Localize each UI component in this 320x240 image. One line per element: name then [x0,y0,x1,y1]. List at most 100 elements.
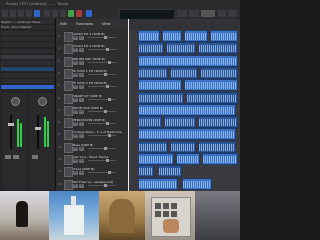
audio-region[interactable] [198,116,238,129]
mute-button[interactable]: M [73,97,78,102]
audio-region[interactable] [138,42,164,55]
solo-button[interactable] [13,155,19,159]
inspector-row[interactable] [1,61,54,65]
solo-button[interactable]: S [79,122,84,127]
mixer-button[interactable] [34,10,40,17]
volume-fader-handle[interactable] [35,127,41,130]
inspector-row[interactable] [1,55,54,59]
track-volume-slider[interactable] [88,97,116,101]
audio-region[interactable] [138,103,236,116]
smart-controls-button[interactable] [26,10,32,17]
mute-button[interactable]: M [73,146,78,151]
audio-region[interactable] [176,153,200,165]
mute-button[interactable]: M [73,85,78,90]
inspector-send-slot[interactable] [1,85,54,89]
track-volume-slider[interactable] [88,60,116,64]
track-name[interactable]: SNARE KIT (SIDE B) [73,94,102,98]
inspector-row[interactable] [1,37,54,41]
mute-button[interactable]: M [73,36,78,40]
track-volume-slider[interactable] [88,159,116,162]
audio-region[interactable] [200,66,238,79]
timeline-ruler[interactable] [128,19,240,30]
play-button[interactable] [68,10,74,17]
solo-button[interactable]: S [79,159,84,163]
pan-knob[interactable] [11,97,20,106]
track-name[interactable]: DRUMS MPC (SIDE B) [73,57,105,61]
cycle-button[interactable] [86,10,92,17]
track-name[interactable]: HI HATS 2 KIT (SIDE B) [73,81,107,85]
track-volume-slider[interactable] [88,134,116,138]
audio-region[interactable] [184,30,208,42]
solo-button[interactable]: S [79,85,84,90]
inspector-row[interactable] [1,31,54,35]
stop-button[interactable] [60,10,66,17]
track-volume-slider[interactable] [88,183,116,187]
track-name[interactable]: PERCUSSION (SIDE B) [73,118,106,122]
audio-region[interactable] [170,66,198,79]
audio-region[interactable] [210,30,238,42]
solo-button[interactable]: S [79,72,84,77]
audio-region[interactable] [138,116,162,129]
notes-button[interactable] [218,10,226,17]
mute-button[interactable]: M [73,134,78,139]
audio-region[interactable] [138,54,238,67]
track-volume-slider[interactable] [88,109,116,113]
track-volume-slider[interactable] [88,146,116,150]
inspector-button[interactable] [10,10,16,17]
audio-region[interactable] [138,165,154,178]
audio-region[interactable] [138,128,236,141]
browser-button[interactable] [228,10,237,17]
audio-region[interactable] [138,91,184,104]
count-in-button[interactable] [189,10,199,17]
audio-region[interactable] [138,79,182,92]
track-volume-slider[interactable] [88,85,116,89]
audio-region[interactable] [138,177,178,190]
edit-menu[interactable]: Edit [60,22,67,26]
volume-fader[interactable] [10,115,12,149]
solo-button[interactable]: S [79,97,84,102]
tuner-button[interactable] [177,10,187,17]
solo-button[interactable]: S [79,134,84,139]
audio-region[interactable] [162,30,182,42]
audio-region[interactable] [138,153,174,165]
track-name[interactable]: Tell Them (a...samples list) [73,180,113,184]
audio-region[interactable] [186,91,238,104]
arrange-area[interactable] [128,19,240,191]
audio-region[interactable] [138,66,168,79]
mute-button[interactable]: M [73,183,78,188]
inspector-eq-slot[interactable] [1,67,54,71]
track-volume-slider[interactable] [88,48,116,52]
toolbar-toggle-button[interactable] [18,10,24,17]
forward-button[interactable] [52,10,58,17]
solo-button[interactable]: S [79,183,84,188]
audio-region[interactable] [138,140,168,153]
mute-button[interactable]: M [73,60,78,65]
solo-button[interactable]: S [79,171,84,176]
audio-region[interactable] [170,140,196,153]
track-header[interactable]: 13 Tell Them (a...samples list) M S [56,177,128,192]
audio-region[interactable] [182,177,212,190]
mute-button[interactable]: M [73,159,78,163]
audio-region[interactable] [166,42,196,55]
inspector-row[interactable] [1,43,54,47]
solo-button[interactable]: S [79,60,84,65]
audio-region[interactable] [202,153,238,165]
audio-region[interactable] [138,30,160,42]
mute-button[interactable]: M [73,171,78,176]
volume-fader-handle[interactable] [8,123,14,126]
audio-region[interactable] [164,116,196,129]
audio-region[interactable] [184,79,238,92]
pan-knob[interactable] [38,97,47,106]
mute-button[interactable] [5,155,11,159]
solo-button[interactable]: S [79,109,84,114]
track-volume-slider[interactable] [88,171,116,175]
mute-button[interactable] [32,155,38,159]
volume-fader[interactable] [37,115,39,149]
solo-button[interactable]: S [79,146,84,151]
master-volume-slider[interactable] [201,10,215,17]
mute-button[interactable]: M [73,48,78,53]
record-button[interactable] [76,10,82,17]
mute-button[interactable]: M [73,109,78,114]
inspector-region-header[interactable]: Region: ... audio per Move [1,20,54,24]
functions-menu[interactable]: Functions [76,22,93,26]
